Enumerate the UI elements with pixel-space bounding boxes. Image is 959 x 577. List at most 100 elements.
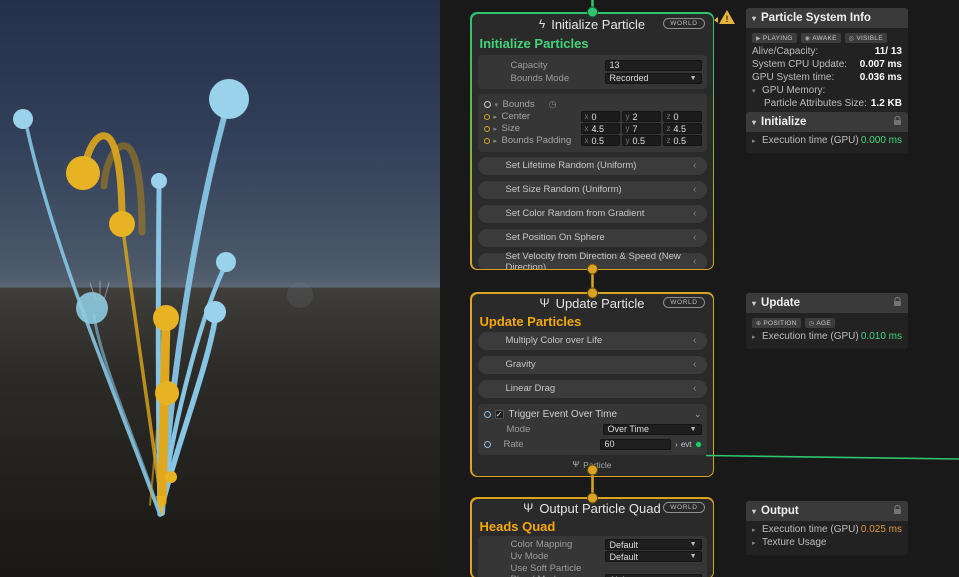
size-x-input[interactable]: x4.5: [581, 123, 620, 134]
size-port[interactable]: [484, 126, 490, 132]
lock-icon[interactable]: [893, 505, 902, 518]
panel-header[interactable]: ▾ Output: [746, 501, 908, 521]
bounds-port[interactable]: [484, 101, 491, 108]
foldout-closed-icon[interactable]: ▸: [752, 539, 762, 547]
evt-port-dot[interactable]: [695, 441, 702, 448]
panel-header[interactable]: ▾ Particle System Info: [746, 8, 908, 28]
texture-usage-row[interactable]: ▸ Texture Usage: [752, 537, 902, 550]
system-label[interactable]: Update Particles: [478, 313, 707, 332]
chevron-down-icon[interactable]: ⌄: [694, 409, 702, 420]
context-update-titlebar[interactable]: Ψ Update Particle WORLD: [478, 294, 707, 313]
foldout-closed-icon[interactable]: ▸: [752, 333, 762, 341]
size-y-input[interactable]: y7: [622, 123, 661, 134]
chevron-down-icon[interactable]: ▾: [752, 118, 756, 127]
execution-time-row[interactable]: ▸ Execution time (GPU) 0.025 ms: [752, 524, 902, 537]
center-port[interactable]: [484, 114, 490, 120]
center-z-input[interactable]: z0: [663, 111, 702, 122]
particle-icon: Ψ: [572, 460, 579, 469]
chevron-down-icon[interactable]: ▾: [752, 14, 756, 23]
chevron-down-icon[interactable]: ▾: [752, 299, 756, 308]
block-set-velocity[interactable]: Set Velocity from Direction & Speed (New…: [478, 253, 707, 269]
collapse-icon[interactable]: ‹: [693, 256, 696, 267]
context-output-titlebar[interactable]: Ψ Output Particle Quad WORLD: [478, 499, 707, 518]
collapse-icon[interactable]: ‹: [693, 359, 696, 370]
trigger-header-row[interactable]: ✓ Trigger Event Over Time ⌄: [483, 407, 702, 422]
execution-time-row[interactable]: ▸ Execution time (GPU) 0.010 ms: [752, 331, 902, 344]
context-update[interactable]: Ψ Update Particle WORLD Update Particles…: [470, 292, 714, 477]
world-space-badge[interactable]: WORLD: [663, 502, 704, 513]
collapse-icon[interactable]: ‹: [693, 232, 696, 243]
execution-time-row[interactable]: ▸ Execution time (GPU) 0.000 ms: [752, 135, 902, 148]
collapse-icon[interactable]: ‹: [693, 208, 696, 219]
bounds-mode-label: Bounds Mode: [511, 73, 605, 84]
scene-view[interactable]: [0, 0, 440, 577]
alive-capacity-row: Alive/Capacity:11/ 13: [752, 46, 902, 59]
block-set-lifetime-random[interactable]: Set Lifetime Random (Uniform) ‹: [478, 157, 707, 175]
foldout-closed-icon[interactable]: ▸: [494, 113, 502, 121]
center-row[interactable]: ▸ Center x0 y2 z0: [483, 111, 702, 123]
init-settings-box: Capacity 13 Bounds Mode Recorded ▼: [478, 55, 707, 89]
bounds-padding-port[interactable]: [484, 138, 490, 144]
collapse-icon[interactable]: ‹: [693, 184, 696, 195]
panel-header[interactable]: ▾ Initialize: [746, 112, 908, 132]
padding-y-input[interactable]: y0.5: [622, 135, 661, 146]
color-mapping-row: Color Mapping Default▼: [483, 539, 702, 551]
foldout-closed-icon[interactable]: ▸: [494, 137, 502, 145]
chevron-right-icon: ›: [675, 440, 678, 449]
panel-header[interactable]: ▾ Update: [746, 293, 908, 313]
age-badge: ◷AGE: [805, 318, 835, 328]
bounds-padding-row[interactable]: ▸ Bounds Padding x0.5 y0.5 z0.5: [483, 135, 702, 147]
block-set-size-random[interactable]: Set Size Random (Uniform) ‹: [478, 181, 707, 199]
world-space-badge[interactable]: WORLD: [663, 297, 704, 308]
trigger-port[interactable]: [484, 411, 491, 418]
system-label[interactable]: Initialize Particles: [478, 35, 707, 55]
bounds-row[interactable]: ▾ Bounds ◷: [483, 99, 702, 111]
collapse-icon[interactable]: ‹: [693, 335, 696, 346]
bounds-mode-dropdown[interactable]: Recorded ▼: [605, 73, 702, 84]
state-badges: ▶PLAYING ◉AWAKE ◎VISIBLE: [752, 31, 902, 46]
context-initialize-titlebar[interactable]: ϟ Initialize Particle WORLD: [478, 14, 707, 35]
clock-icon: ◷: [549, 99, 557, 110]
context-output[interactable]: Ψ Output Particle Quad WORLD Heads Quad …: [470, 497, 714, 577]
block-trigger-event-over-time[interactable]: ✓ Trigger Event Over Time ⌄ Mode Over Ti…: [478, 404, 707, 455]
world-space-badge[interactable]: WORLD: [663, 18, 704, 29]
block-multiply-color[interactable]: Multiply Color over Life ‹: [478, 332, 707, 350]
block-gravity[interactable]: Gravity ‹: [478, 356, 707, 374]
collapse-icon[interactable]: ‹: [693, 383, 696, 394]
foldout-closed-icon[interactable]: ▸: [752, 526, 762, 534]
visible-badge: ◎VISIBLE: [845, 33, 887, 43]
padding-z-input[interactable]: z0.5: [663, 135, 702, 146]
context-initialize[interactable]: ϟ Initialize Particle WORLD Initialize P…: [470, 12, 714, 270]
foldout-open-icon[interactable]: ▾: [495, 101, 503, 109]
foldout-closed-icon[interactable]: ▸: [494, 125, 502, 133]
gpu-memory-row[interactable]: ▾ GPU Memory:: [752, 85, 902, 98]
chevron-down-icon[interactable]: ▾: [752, 507, 756, 516]
collapse-icon[interactable]: ‹: [693, 160, 696, 171]
center-y-input[interactable]: y2: [622, 111, 661, 122]
size-row[interactable]: ▸ Size x4.5 y7 z4.5: [483, 123, 702, 135]
chevron-down-icon: ▼: [690, 75, 697, 82]
lock-icon[interactable]: [893, 297, 902, 310]
rate-port[interactable]: [484, 441, 491, 448]
foldout-open-icon[interactable]: ▾: [752, 87, 762, 95]
trigger-enabled-checkbox[interactable]: ✓: [495, 410, 504, 419]
use-soft-particle-row: Use Soft Particle: [483, 563, 702, 574]
foldout-closed-icon[interactable]: ▸: [752, 137, 762, 145]
lightning-icon: ϟ: [539, 17, 545, 31]
size-z-input[interactable]: z4.5: [663, 123, 702, 134]
block-set-color-random[interactable]: Set Color Random from Gradient ‹: [478, 205, 707, 223]
block-set-position-on-sphere[interactable]: Set Position On Sphere ‹: [478, 229, 707, 247]
color-mapping-dropdown[interactable]: Default▼: [605, 539, 702, 550]
rate-input[interactable]: 60: [600, 439, 672, 450]
padding-x-input[interactable]: x0.5: [581, 135, 620, 146]
context-title: Update Particle: [556, 296, 645, 311]
evt-output-port[interactable]: › evt: [675, 440, 701, 449]
block-linear-drag[interactable]: Linear Drag ‹: [478, 380, 707, 398]
uv-mode-dropdown[interactable]: Default▼: [605, 551, 702, 562]
mode-dropdown[interactable]: Over Time ▼: [603, 424, 702, 435]
system-label[interactable]: Heads Quad: [478, 518, 707, 536]
lock-icon[interactable]: [893, 116, 902, 129]
center-x-input[interactable]: x0: [581, 111, 620, 122]
capacity-input[interactable]: 13: [605, 60, 702, 71]
vfx-graph-window: { "graph": { "init": { "title": "Initial…: [0, 0, 959, 577]
